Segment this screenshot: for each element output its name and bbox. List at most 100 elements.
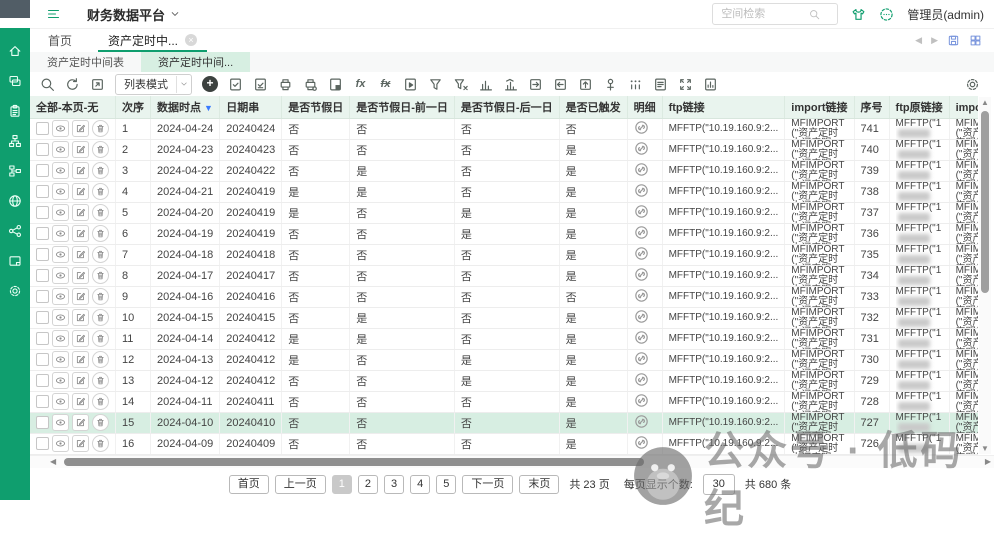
row-checkbox[interactable] — [36, 332, 49, 345]
edit-row-button[interactable] — [72, 435, 89, 452]
toolbar-export-page-icon[interactable] — [90, 77, 105, 92]
toolbar-box-up-icon[interactable] — [578, 77, 593, 92]
row-checkbox[interactable] — [36, 416, 49, 429]
row-checkbox[interactable] — [36, 227, 49, 240]
first-page-button[interactable]: 首页 — [229, 475, 269, 494]
sort-desc-icon[interactable]: ▼ — [204, 103, 213, 113]
toolbar-filter-icon[interactable] — [428, 77, 443, 92]
delete-row-button[interactable] — [92, 162, 109, 179]
row-checkbox[interactable] — [36, 164, 49, 177]
column-header-order[interactable]: 序号 — [854, 96, 889, 118]
row-checkbox[interactable] — [36, 248, 49, 261]
delete-row-button[interactable] — [92, 435, 109, 452]
toolbar-doc-scan-icon[interactable] — [653, 77, 668, 92]
row-checkbox[interactable] — [36, 290, 49, 303]
delete-row-button[interactable] — [92, 225, 109, 242]
edit-row-button[interactable] — [72, 267, 89, 284]
search-input[interactable] — [719, 7, 809, 21]
vertical-scrollbar[interactable]: ▲ ▼ — [979, 97, 991, 454]
workspace-search[interactable] — [712, 3, 838, 25]
last-page-button[interactable]: 末页 — [519, 475, 559, 494]
delete-row-button[interactable] — [92, 141, 109, 158]
column-header-holiday[interactable]: 是否节假日 — [282, 96, 350, 118]
toolbar-search-icon[interactable] — [40, 77, 55, 92]
view-row-button[interactable] — [52, 393, 69, 410]
page-number-button-4[interactable]: 4 — [410, 475, 430, 494]
detail-link-icon[interactable] — [634, 393, 649, 408]
page-number-button-2[interactable]: 2 — [358, 475, 378, 494]
page-number-button-1[interactable]: 1 — [332, 475, 352, 494]
sidebar-item-globe[interactable] — [0, 186, 30, 216]
subtab-asset-table[interactable]: 资产定时中间表 — [30, 52, 141, 72]
sidebar-item-share[interactable] — [0, 216, 30, 246]
toolbar-chart-bars-icon[interactable] — [478, 77, 493, 92]
edit-row-button[interactable] — [72, 183, 89, 200]
scroll-up-icon[interactable]: ▲ — [979, 98, 991, 107]
view-row-button[interactable] — [52, 414, 69, 431]
column-header-triggered[interactable]: 是否已触发 — [559, 96, 627, 118]
toolbar-doc-check2-icon[interactable] — [253, 77, 268, 92]
edit-row-button[interactable] — [72, 204, 89, 221]
more-circle-icon[interactable] — [879, 7, 894, 22]
delete-row-button[interactable] — [92, 372, 109, 389]
toolbar-box-in-icon[interactable] — [553, 77, 568, 92]
toolbar-batch-grid-icon[interactable] — [628, 77, 643, 92]
edit-row-button[interactable] — [72, 309, 89, 326]
vertical-scroll-thumb[interactable] — [981, 111, 989, 293]
view-mode-select[interactable]: 列表模式 — [115, 74, 192, 95]
delete-row-button[interactable] — [92, 204, 109, 221]
edit-row-button[interactable] — [72, 330, 89, 347]
prev-page-button[interactable]: 上一页 — [275, 475, 326, 494]
sidebar-item-screens[interactable] — [0, 66, 30, 96]
sidebar-item-org[interactable] — [0, 156, 30, 186]
view-row-button[interactable] — [52, 246, 69, 263]
detail-link-icon[interactable] — [634, 162, 649, 177]
row-checkbox[interactable] — [36, 143, 49, 156]
sidebar-item-sitemap[interactable] — [0, 126, 30, 156]
view-row-button[interactable] — [52, 288, 69, 305]
tab-home[interactable]: 首页 — [30, 28, 90, 52]
toolbar-touch-icon[interactable] — [603, 77, 618, 92]
detail-link-icon[interactable] — [634, 372, 649, 387]
sidebar-item-home[interactable] — [0, 36, 30, 66]
view-row-button[interactable] — [52, 330, 69, 347]
edit-row-button[interactable] — [72, 225, 89, 242]
tab-scroll-right-icon[interactable]: ▶ — [931, 35, 938, 46]
view-row-button[interactable] — [52, 435, 69, 452]
row-checkbox[interactable] — [36, 353, 49, 366]
row-checkbox[interactable] — [36, 122, 49, 135]
page-number-button-3[interactable]: 3 — [384, 475, 404, 494]
column-header-holiday_prev[interactable]: 是否节假日-前一日 — [350, 96, 455, 118]
toolbar-filter-clear-icon[interactable] — [453, 77, 468, 92]
delete-row-button[interactable] — [92, 414, 109, 431]
row-checkbox[interactable] — [36, 269, 49, 282]
delete-row-button[interactable] — [92, 246, 109, 263]
delete-row-button[interactable] — [92, 120, 109, 137]
grid-view-icon[interactable] — [969, 34, 982, 47]
title-caret-icon[interactable] — [170, 9, 180, 19]
delete-row-button[interactable] — [92, 267, 109, 284]
edit-row-button[interactable] — [72, 141, 89, 158]
view-row-button[interactable] — [52, 309, 69, 326]
sidebar-item-clipboard[interactable] — [0, 96, 30, 126]
delete-row-button[interactable] — [92, 393, 109, 410]
column-header-ftp_orig[interactable]: ftp原链接 — [889, 96, 949, 118]
tab-asset-timed[interactable]: 资产定时中... × — [90, 28, 215, 52]
view-row-button[interactable] — [52, 141, 69, 158]
view-row-button[interactable] — [52, 225, 69, 242]
detail-link-icon[interactable] — [634, 330, 649, 345]
delete-row-button[interactable] — [92, 309, 109, 326]
toolbar-fullscreen-icon[interactable] — [678, 77, 693, 92]
next-page-button[interactable]: 下一页 — [462, 475, 513, 494]
sidebar-item-card[interactable] — [0, 246, 30, 276]
row-checkbox[interactable] — [36, 395, 49, 408]
scroll-left-icon[interactable]: ◀ — [50, 457, 56, 466]
edit-row-button[interactable] — [72, 372, 89, 389]
toolbar-box-out-icon[interactable] — [528, 77, 543, 92]
detail-link-icon[interactable] — [634, 351, 649, 366]
toolbar-doc-check-icon[interactable] — [228, 77, 243, 92]
view-row-button[interactable] — [52, 351, 69, 368]
toolbar-fx-clear-icon[interactable]: fx — [378, 78, 393, 90]
column-header-actions[interactable]: 全部-本页-无 — [30, 96, 116, 118]
column-header-import_link[interactable]: import链接 — [785, 96, 854, 118]
